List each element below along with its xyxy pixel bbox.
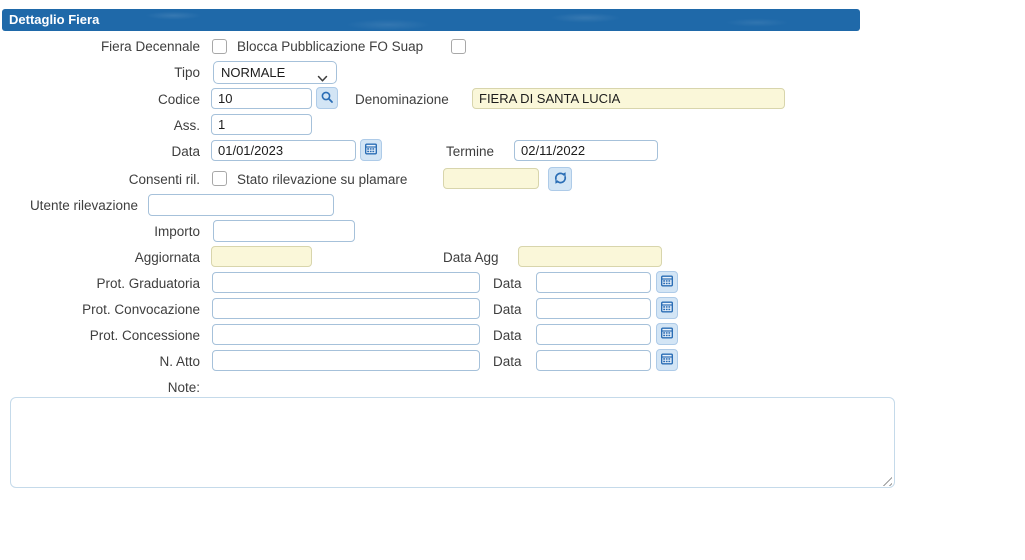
ass-input[interactable] — [211, 114, 312, 135]
data-label: Data — [0, 144, 200, 160]
importo-input[interactable] — [213, 220, 355, 242]
tipo-select[interactable]: NORMALE — [213, 61, 337, 84]
n-atto-label: N. Atto — [0, 354, 200, 370]
blocca-pubblicazione-checkbox[interactable] — [451, 39, 466, 54]
n-atto-data-label: Data — [493, 354, 522, 370]
utente-rilevazione-input[interactable] — [148, 194, 334, 216]
denominazione-label: Denominazione — [355, 92, 449, 108]
prot-convocazione-label: Prot. Convocazione — [0, 302, 200, 318]
prot-convocazione-input[interactable] — [212, 298, 480, 319]
tipo-label: Tipo — [0, 65, 200, 81]
stato-rilevazione-label: Stato rilevazione su plamare — [237, 172, 407, 188]
calendar-icon — [660, 326, 674, 343]
stato-refresh-button[interactable] — [548, 167, 572, 191]
prot-concessione-label: Prot. Concessione — [0, 328, 200, 344]
fiera-decennale-checkbox[interactable] — [212, 39, 227, 54]
data-input[interactable] — [211, 140, 356, 161]
refresh-icon — [553, 171, 568, 188]
denominazione-input[interactable] — [472, 88, 785, 109]
codice-label: Codice — [0, 92, 200, 108]
calendar-icon — [660, 274, 674, 291]
data-agg-label: Data Agg — [443, 250, 499, 266]
termine-input[interactable] — [514, 140, 658, 161]
prot-graduatoria-calendar-button[interactable] — [656, 271, 678, 293]
data-agg-input[interactable] — [518, 246, 662, 267]
calendar-icon — [660, 300, 674, 317]
aggiornata-label: Aggiornata — [0, 250, 200, 266]
consenti-ril-label: Consenti ril. — [0, 172, 200, 188]
prot-concessione-data-label: Data — [493, 328, 522, 344]
prot-graduatoria-label: Prot. Graduatoria — [0, 276, 200, 292]
section-header: Dettaglio Fiera — [2, 9, 860, 31]
consenti-ril-checkbox[interactable] — [212, 171, 227, 186]
prot-graduatoria-data-input[interactable] — [536, 272, 651, 293]
codice-input[interactable] — [211, 88, 312, 109]
data-calendar-button[interactable] — [360, 139, 382, 161]
prot-concessione-calendar-button[interactable] — [656, 323, 678, 345]
note-label: Note: — [0, 380, 200, 396]
n-atto-input[interactable] — [212, 350, 480, 371]
importo-label: Importo — [0, 224, 200, 240]
calendar-icon — [364, 142, 378, 159]
n-atto-data-input[interactable] — [536, 350, 651, 371]
stato-rilevazione-input[interactable] — [443, 168, 539, 189]
page-title: Dettaglio Fiera — [2, 9, 860, 31]
aggiornata-input[interactable] — [211, 246, 312, 267]
fiera-decennale-label: Fiera Decennale — [0, 39, 200, 55]
prot-graduatoria-input[interactable] — [212, 272, 480, 293]
prot-concessione-input[interactable] — [212, 324, 480, 345]
prot-graduatoria-data-label: Data — [493, 276, 522, 292]
utente-rilevazione-label: Utente rilevazione — [0, 198, 138, 214]
calendar-icon — [660, 352, 674, 369]
prot-convocazione-calendar-button[interactable] — [656, 297, 678, 319]
termine-label: Termine — [446, 144, 494, 160]
prot-convocazione-data-label: Data — [493, 302, 522, 318]
n-atto-calendar-button[interactable] — [656, 349, 678, 371]
prot-concessione-data-input[interactable] — [536, 324, 651, 345]
prot-convocazione-data-input[interactable] — [536, 298, 651, 319]
codice-search-button[interactable] — [316, 87, 338, 109]
ass-label: Ass. — [0, 118, 200, 134]
note-textarea[interactable] — [10, 397, 895, 488]
search-icon — [320, 90, 334, 107]
blocca-pubblicazione-label: Blocca Pubblicazione FO Suap — [237, 39, 423, 55]
